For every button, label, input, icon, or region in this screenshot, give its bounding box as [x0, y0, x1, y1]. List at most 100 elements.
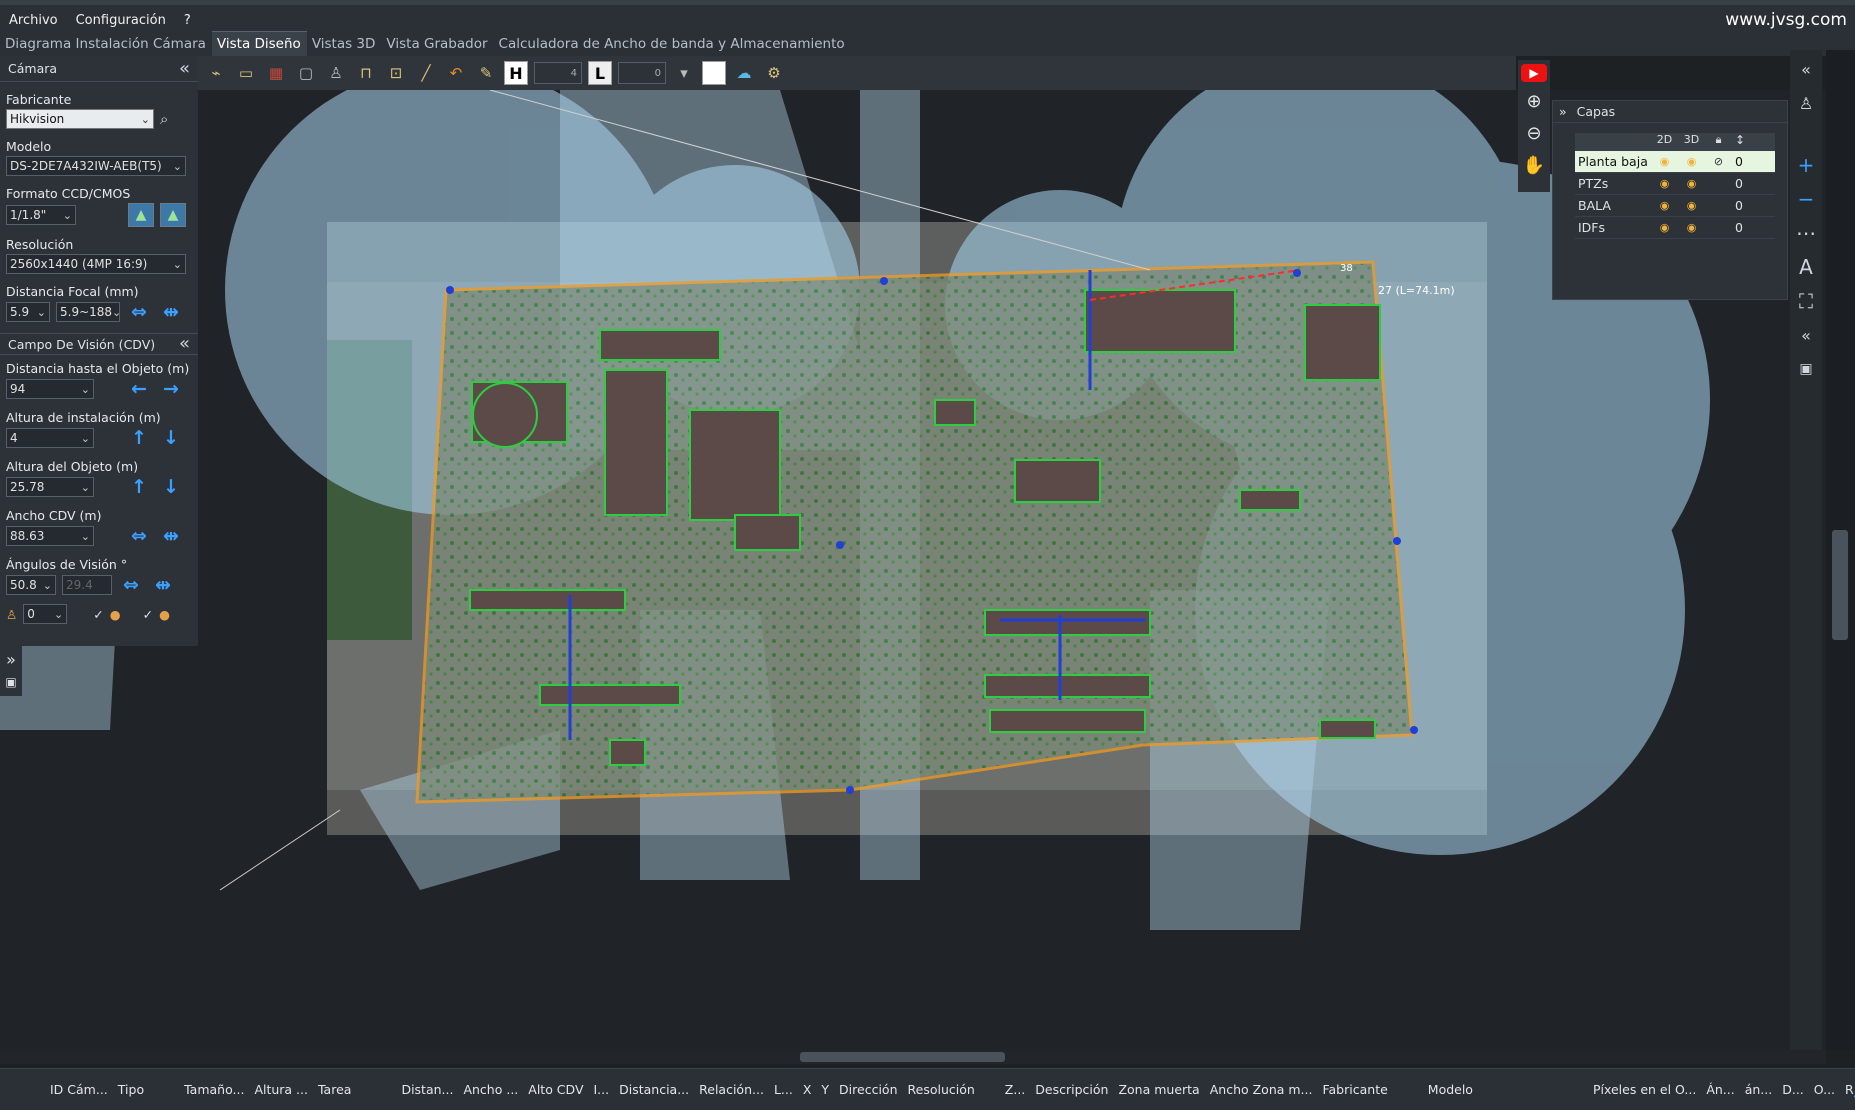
tab-diagrama[interactable]: Diagrama Instalación Cámara	[0, 32, 212, 56]
person-avatar-icon[interactable]: ●	[110, 607, 121, 622]
camera-marker[interactable]	[1410, 726, 1418, 734]
tab-calculadora[interactable]: Calculadora de Ancho de banda y Almacena…	[494, 32, 851, 56]
col-an[interactable]: Án...	[1696, 1082, 1734, 1097]
line-tool-icon[interactable]: ╱	[414, 61, 438, 85]
camera-marker[interactable]	[1293, 269, 1301, 277]
height-select[interactable]: 4	[534, 62, 582, 84]
search-camera-icon[interactable]: ⌕	[160, 110, 168, 128]
install-height-up-icon[interactable]: ↑	[126, 427, 152, 449]
tab-vista-grabador[interactable]: Vista Grabador	[381, 32, 493, 56]
col-descripcion[interactable]: Descripción	[1025, 1082, 1108, 1097]
angle-v-input[interactable]: 29.4	[62, 575, 112, 595]
layer-row[interactable]: IDFs ◉ ◉ 0	[1575, 217, 1775, 239]
eye-icon[interactable]: ◉	[1651, 221, 1678, 234]
person-tool-icon[interactable]: ♙	[324, 61, 348, 85]
fov-width-shrink-icon[interactable]: ⇹	[158, 525, 184, 547]
collapse-right-icon[interactable]: «	[1793, 56, 1819, 82]
model-select[interactable]: DS-2DE7A432IW-AEB(T5) ⌄	[6, 156, 186, 176]
brand-link[interactable]: www.jvsg.com	[1725, 10, 1847, 30]
camera-marker[interactable]	[836, 541, 844, 549]
eye-icon[interactable]: ◉	[1678, 199, 1705, 212]
monitor-tool-icon[interactable]: ▭	[234, 61, 258, 85]
vertical-scrollbar[interactable]	[1826, 50, 1855, 1050]
focal-shrink-icon[interactable]: ⇹	[158, 301, 184, 323]
horizontal-scrollbar[interactable]	[0, 1050, 1826, 1064]
box-tool-icon[interactable]: ▢	[294, 61, 318, 85]
text-icon[interactable]: A	[1793, 254, 1819, 280]
menu-archivo[interactable]: Archivo	[0, 13, 67, 28]
format-select[interactable]: 1/1.8" ⌄	[6, 205, 76, 225]
col-i[interactable]: I...	[584, 1082, 610, 1097]
object-height-input[interactable]: 25.78 ⌄	[6, 477, 94, 497]
focal-expand-icon[interactable]: ⇔	[126, 301, 152, 323]
settings-icon[interactable]: ⚙	[762, 61, 786, 85]
fov-width-input[interactable]: 88.63 ⌄	[6, 526, 94, 546]
brush-tool-icon[interactable]: ✎	[474, 61, 498, 85]
car-tool-icon[interactable]: ⊡	[384, 61, 408, 85]
col-tarea[interactable]: Tarea	[308, 1082, 351, 1097]
bench-tool-icon[interactable]: ⊓	[354, 61, 378, 85]
layer-level[interactable]: 0	[1732, 220, 1775, 235]
install-height-down-icon[interactable]: ↓	[158, 427, 184, 449]
distance-decrease-icon[interactable]: ←	[126, 378, 152, 400]
col-direccion[interactable]: Dirección	[829, 1082, 897, 1097]
collapse-fov-icon[interactable]: «	[179, 335, 190, 353]
level-select[interactable]: 0	[618, 62, 666, 84]
col-y[interactable]: Y	[811, 1082, 829, 1097]
layer-level[interactable]: 0	[1732, 154, 1775, 169]
zoom-out-icon[interactable]: ⊖	[1521, 120, 1547, 146]
focal-range-select[interactable]: 5.9~188 ⌄	[56, 302, 121, 322]
eye-icon[interactable]: ◉	[1678, 221, 1705, 234]
eye-icon[interactable]: ◉	[1651, 155, 1678, 168]
tab-vista-diseno[interactable]: Vista Diseño	[211, 31, 307, 56]
collapse-panel-icon[interactable]: «	[179, 59, 190, 78]
camera-tool-icon[interactable]: ⌁	[204, 61, 228, 85]
col-alto-cdv[interactable]: Alto CDV	[518, 1082, 583, 1097]
horizontal-scroll-thumb[interactable]	[800, 1052, 1005, 1062]
col-zona-muerta[interactable]: Zona muerta	[1108, 1082, 1199, 1097]
camera-marker[interactable]	[846, 786, 854, 794]
collapse-layers-icon[interactable]: «	[1793, 322, 1819, 348]
col-o[interactable]: O...	[1804, 1082, 1835, 1097]
col-resolucion[interactable]: Resolución	[898, 1082, 975, 1097]
angle-expand-icon[interactable]: ⇔	[118, 574, 144, 596]
col-tipo[interactable]: Tipo	[108, 1082, 144, 1097]
eye-icon[interactable]: ◉	[1678, 155, 1705, 168]
tool-icon[interactable]: ▣	[1793, 356, 1819, 382]
portrait-view-icon[interactable]: ▲	[160, 203, 186, 227]
fill-color-icon[interactable]: ■	[702, 61, 726, 85]
wall-tool-icon[interactable]: ▦	[264, 61, 288, 85]
col-ancho-zona[interactable]: Ancho Zona m...	[1200, 1082, 1313, 1097]
panel-thumb-icon[interactable]: ▣	[5, 675, 16, 689]
more-icon[interactable]: ⋯	[1793, 220, 1819, 246]
landscape-view-icon[interactable]: ▲	[128, 203, 154, 227]
zoom-in-icon[interactable]: ⊕	[1521, 88, 1547, 114]
manufacturer-select[interactable]: Hikvision ⌄	[6, 109, 154, 129]
col-an-2[interactable]: án...	[1735, 1082, 1773, 1097]
col-pixeles[interactable]: Píxeles en el O...	[1473, 1082, 1696, 1097]
col-altura[interactable]: Altura ...	[244, 1082, 308, 1097]
eye-icon[interactable]: ◉	[1651, 199, 1678, 212]
distance-increase-icon[interactable]: →	[158, 378, 184, 400]
check-2-icon[interactable]: ✓	[143, 607, 153, 622]
col-id-cam[interactable]: ID Cám...	[0, 1082, 108, 1097]
distance-input[interactable]: 94 ⌄	[6, 379, 94, 399]
level-icon[interactable]: L	[588, 61, 612, 85]
menu-help[interactable]: ?	[175, 13, 200, 28]
person-height-icon[interactable]: ♙	[6, 607, 17, 622]
focal-select[interactable]: 5.9 ⌄	[6, 302, 50, 322]
pan-hand-icon[interactable]: ✋	[1521, 152, 1547, 178]
col-ancho[interactable]: Ancho ...	[453, 1082, 518, 1097]
youtube-icon[interactable]: ▶	[1521, 64, 1547, 82]
col-fabricante[interactable]: Fabricante	[1312, 1082, 1387, 1097]
eye-icon[interactable]: ◉	[1651, 177, 1678, 190]
eye-icon[interactable]: ◉	[1678, 177, 1705, 190]
layer-row[interactable]: BALA ◉ ◉ 0	[1575, 195, 1775, 217]
person-select[interactable]: 0 ⌄	[23, 604, 68, 624]
object-height-up-icon[interactable]: ↑	[126, 476, 152, 498]
col-tamano[interactable]: Tamaño...	[144, 1082, 244, 1097]
col-x[interactable]: X	[793, 1082, 812, 1097]
layers-expand-icon[interactable]: »	[1559, 104, 1567, 119]
dropdown-icon[interactable]: ▾	[672, 61, 696, 85]
person-icon[interactable]: ♙	[1793, 90, 1819, 116]
